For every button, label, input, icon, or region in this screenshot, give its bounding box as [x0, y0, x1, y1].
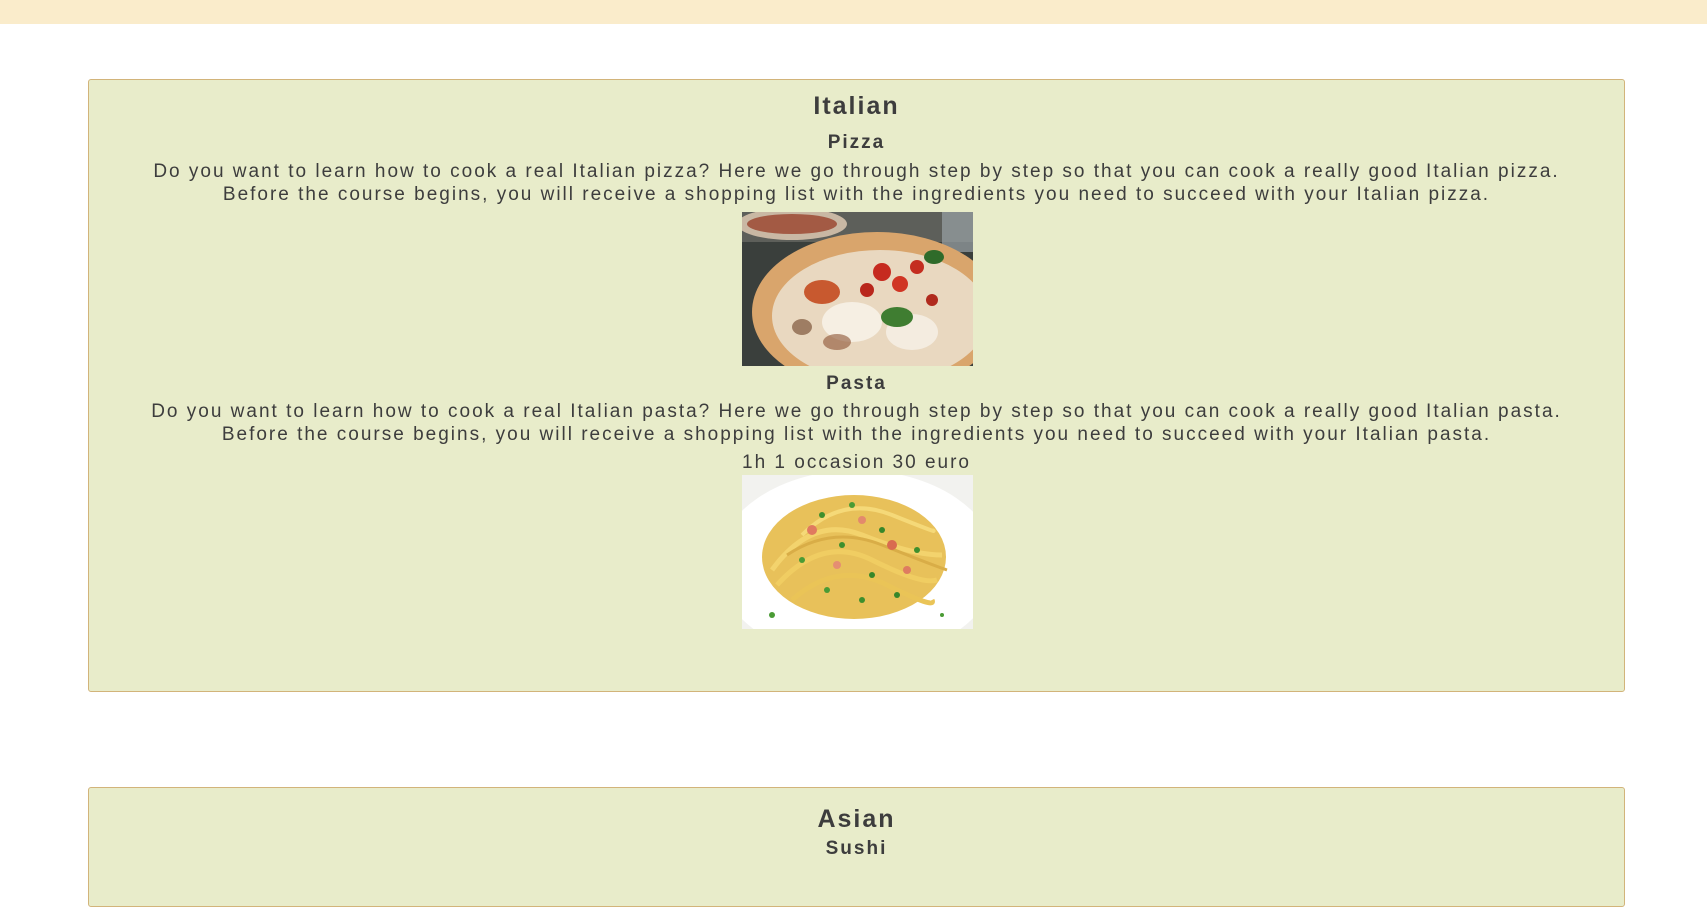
dish-title-pizza: Pizza — [827, 132, 886, 153]
top-header-bar — [0, 0, 1707, 24]
dish-description-pizza: Do you want to learn how to cook a real … — [153, 161, 1560, 205]
category-title: Italian — [813, 92, 900, 120]
dish-title-pasta: Pasta — [826, 373, 887, 394]
dish-description-pasta: Do you want to learn how to cook a real … — [151, 401, 1562, 445]
category-title: Asian — [817, 805, 896, 833]
course-details: 1h 1 occasion 30 euro — [742, 452, 971, 473]
pasta-photo — [742, 475, 973, 629]
pizza-photo — [742, 212, 973, 366]
course-card-italian: Italian Pizza Do you want to learn how t… — [88, 79, 1625, 692]
course-card-asian: Asian Sushi — [88, 787, 1625, 907]
